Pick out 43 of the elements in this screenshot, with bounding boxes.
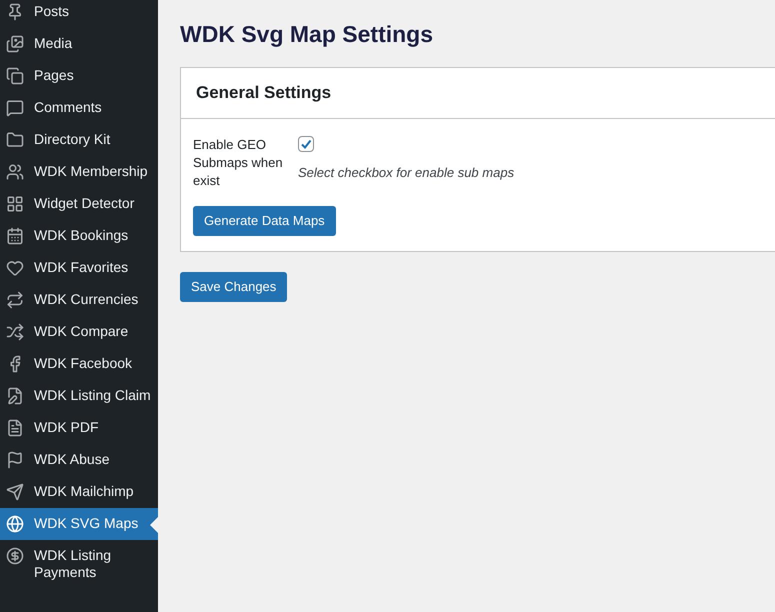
sidebar-item[interactable]: WDK Membership [0,156,158,188]
checkbox[interactable] [298,136,314,152]
field-label: Enable GEO Submaps when exist [193,136,283,190]
pin-icon [6,3,24,21]
speech-bubble-icon [6,99,24,117]
grid-icon [6,195,24,213]
sidebar-item[interactable]: WDK PDF [0,412,158,444]
images-icon [6,35,24,53]
heart-icon [6,259,24,277]
globe-icon [6,515,24,533]
sidebar-item[interactable]: Comments [0,92,158,124]
sidebar-item[interactable]: WDK Compare [0,316,158,348]
sidebar-item[interactable]: Directory Kit [0,124,158,156]
page-title: WDK Svg Map Settings [180,20,434,48]
sidebar-item[interactable]: WDK Abuse [0,444,158,476]
pages-icon [6,67,24,85]
sidebar-item[interactable]: WDK Listing Claim [0,380,158,412]
sidebar-item[interactable]: Widget Detector [0,188,158,220]
shuffle-icon [6,323,24,341]
arrows-icon [6,291,24,309]
sidebar-item[interactable]: WDK Facebook [0,348,158,380]
sidebar-item[interactable]: Posts [0,0,158,28]
save-button[interactable]: Save Changes [180,272,288,302]
checkmark-icon [300,138,312,150]
dollar-icon [6,547,24,565]
sidebar-item[interactable]: WDK Bookings [0,220,158,252]
sidebar-item[interactable]: Pages [0,60,158,92]
current-pointer-icon [150,517,158,533]
flag-icon [6,451,24,469]
sidebar-item[interactable]: Media [0,28,158,60]
document-pen-icon [6,387,24,405]
field-description: Select checkbox for enable sub maps [298,164,514,182]
sidebar-item[interactable]: WDK Listing Payments [0,540,158,588]
sidebar-item[interactable]: WDK Mailchimp [0,476,158,508]
people-icon [6,163,24,181]
calendar-icon [6,227,24,245]
document-icon [6,419,24,437]
panel-title: General Settings [196,82,332,104]
generate-button[interactable]: Generate Data Maps [193,206,336,236]
sidebar-item[interactable]: WDK Favorites [0,252,158,284]
folder-icon [6,131,24,149]
sidebar-item[interactable]: WDK SVG Maps [0,508,158,540]
sidebar-item[interactable]: WDK Currencies [0,284,158,316]
